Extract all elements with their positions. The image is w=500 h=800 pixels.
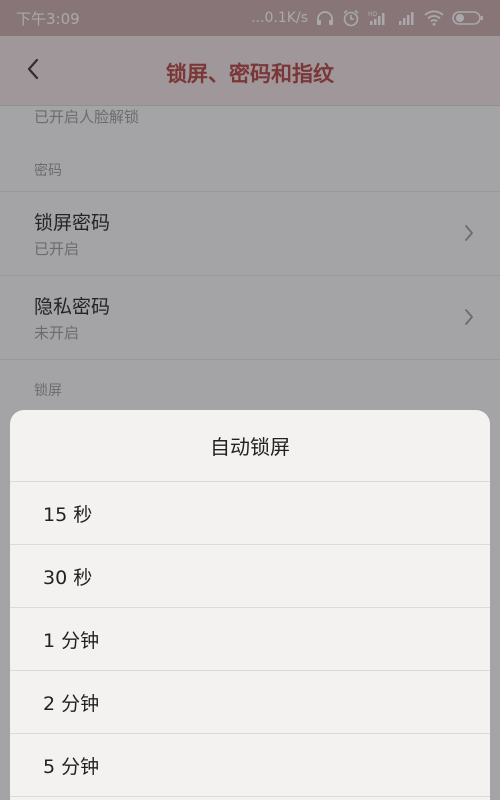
- option-15-seconds[interactable]: 15 秒: [10, 482, 490, 545]
- option-30-seconds[interactable]: 30 秒: [10, 545, 490, 608]
- option-5-minutes[interactable]: 5 分钟: [10, 734, 490, 797]
- option-1-minute[interactable]: 1 分钟: [10, 608, 490, 671]
- dialog-title: 自动锁屏: [10, 410, 490, 482]
- auto-lock-dialog: 自动锁屏 15 秒 30 秒 1 分钟 2 分钟 5 分钟: [10, 410, 490, 800]
- option-2-minutes[interactable]: 2 分钟: [10, 671, 490, 734]
